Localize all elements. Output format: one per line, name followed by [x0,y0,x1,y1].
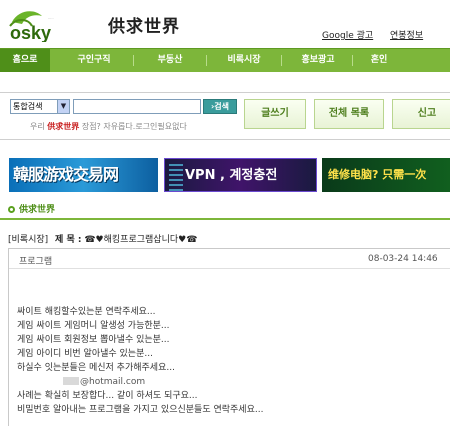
post-line: 비밀번호 알아내는 프로그램을 가지고 있으신분들도 연락주세요... [17,405,264,415]
post-title-label: 제 목 : [55,235,82,245]
search-button[interactable]: ›검색 [203,99,237,114]
post-title-row: [비록시장] 제 목 : ☎♥해킹프로그램삽니다♥☎ [8,232,197,245]
post-email-line: @hotmail.com [17,375,437,389]
svg-text:sky: sky [21,23,51,42]
nav-divider [281,55,282,66]
search-panel: 통합검색 ▼ ›검색 우리 供求世界 장점? 자유롭다.로그인필요없다 글쓰기 … [0,92,450,140]
post-line: 게임 싸이트 회원정보 뽑아낼수 있는분... [17,335,170,345]
nav-item-market[interactable]: 비록시장 [212,49,276,72]
post-line: 사례는 확실히 보장합다... 같이 하셔도 되구요... [17,391,198,401]
nav-item-real-estate[interactable]: 부동산 [140,49,200,72]
post-meta: 프로그램 08-03-24 14:46 [9,249,450,269]
nav-item-jobs[interactable]: 구인구직 [62,49,126,72]
nav-item-home[interactable]: 홈으로 [0,49,50,72]
search-input[interactable] [73,99,201,114]
site-name: 供求世界 [108,17,180,37]
breadcrumb[interactable]: 供求世界 [8,202,55,215]
notice-brand: 供求世界 [47,122,80,131]
post-title: ☎♥해킹프로그램삽니다♥☎ [84,235,198,245]
banner-game-trade[interactable]: 韓服游戏交易网 [9,158,158,192]
related-sites-link[interactable]: 연봉정보 [390,28,423,41]
write-post-button[interactable]: 글쓰기 [244,99,306,129]
post-line: 싸이트 해킹할수있는분 연락주세요... [17,307,156,317]
post-line: 게임 싸이트 게임머니 알생성 가능한분... [17,321,170,331]
post-container: 프로그램 08-03-24 14:46 싸이트 해킹할수있는분 연락주세요...… [8,248,450,426]
search-scope-select[interactable]: 통합검색 ▼ [10,99,70,114]
post-author: 프로그램 [19,257,53,267]
post-line: 하실수 잇는분들은 메신저 추가해주세요... [17,363,175,373]
banner-vpn-text: VPN , 계정충전 [185,168,278,183]
osky-logo[interactable]: o sky ..... [8,8,100,42]
nav-item-marriage[interactable]: 혼인 [358,49,400,72]
bullet-circle-icon [8,206,15,213]
svg-text:o: o [10,23,21,42]
post-category: [비록시장] [8,235,49,245]
nav-divider [352,55,353,66]
banner-pc-repair[interactable]: 维修电脑? 只需一次 [322,158,450,192]
post-body: 싸이트 해킹할수있는분 연락주세요... 게임 싸이트 게임머니 알생성 가능한… [17,305,437,417]
nav-divider [206,55,207,66]
post-email: @hotmail.com [80,377,146,387]
breadcrumb-label: 供求世界 [19,205,56,215]
search-button-label: 검색 [214,102,230,111]
notice-prefix: 우리 [30,122,45,131]
site-header: o sky ..... 供求世界 Google 광고 연봉정보 [0,0,450,48]
search-scope-value: 통합검색 [13,102,43,111]
login-notice: 우리 供求世界 장점? 자유롭다.로그인필요없다 [30,121,187,132]
chevron-down-icon[interactable]: ▼ [57,100,69,113]
divider [0,218,450,220]
banner-vpn[interactable]: VPN , 계정충전 [164,158,317,192]
google-ad-link[interactable]: Google 광고 [322,28,373,41]
notice-suffix: 장점? 자유롭다.로그인필요없다 [81,122,187,131]
banner-decoration [169,161,183,191]
report-button[interactable]: 신고 [392,99,450,129]
post-date: 08-03-24 14:46 [368,254,438,264]
svg-text:.....: ..... [48,15,54,20]
post-line: 게임 아이디 비번 알아낼수 있는분... [17,349,153,359]
main-nav: 홈으로 구인구직 부동산 비록시장 홍보광고 혼인 [0,48,450,72]
nav-item-ads[interactable]: 홍보광고 [286,49,350,72]
redacted-mask [63,377,79,385]
all-posts-button[interactable]: 전체 목록 [314,99,384,129]
nav-divider [133,55,134,66]
